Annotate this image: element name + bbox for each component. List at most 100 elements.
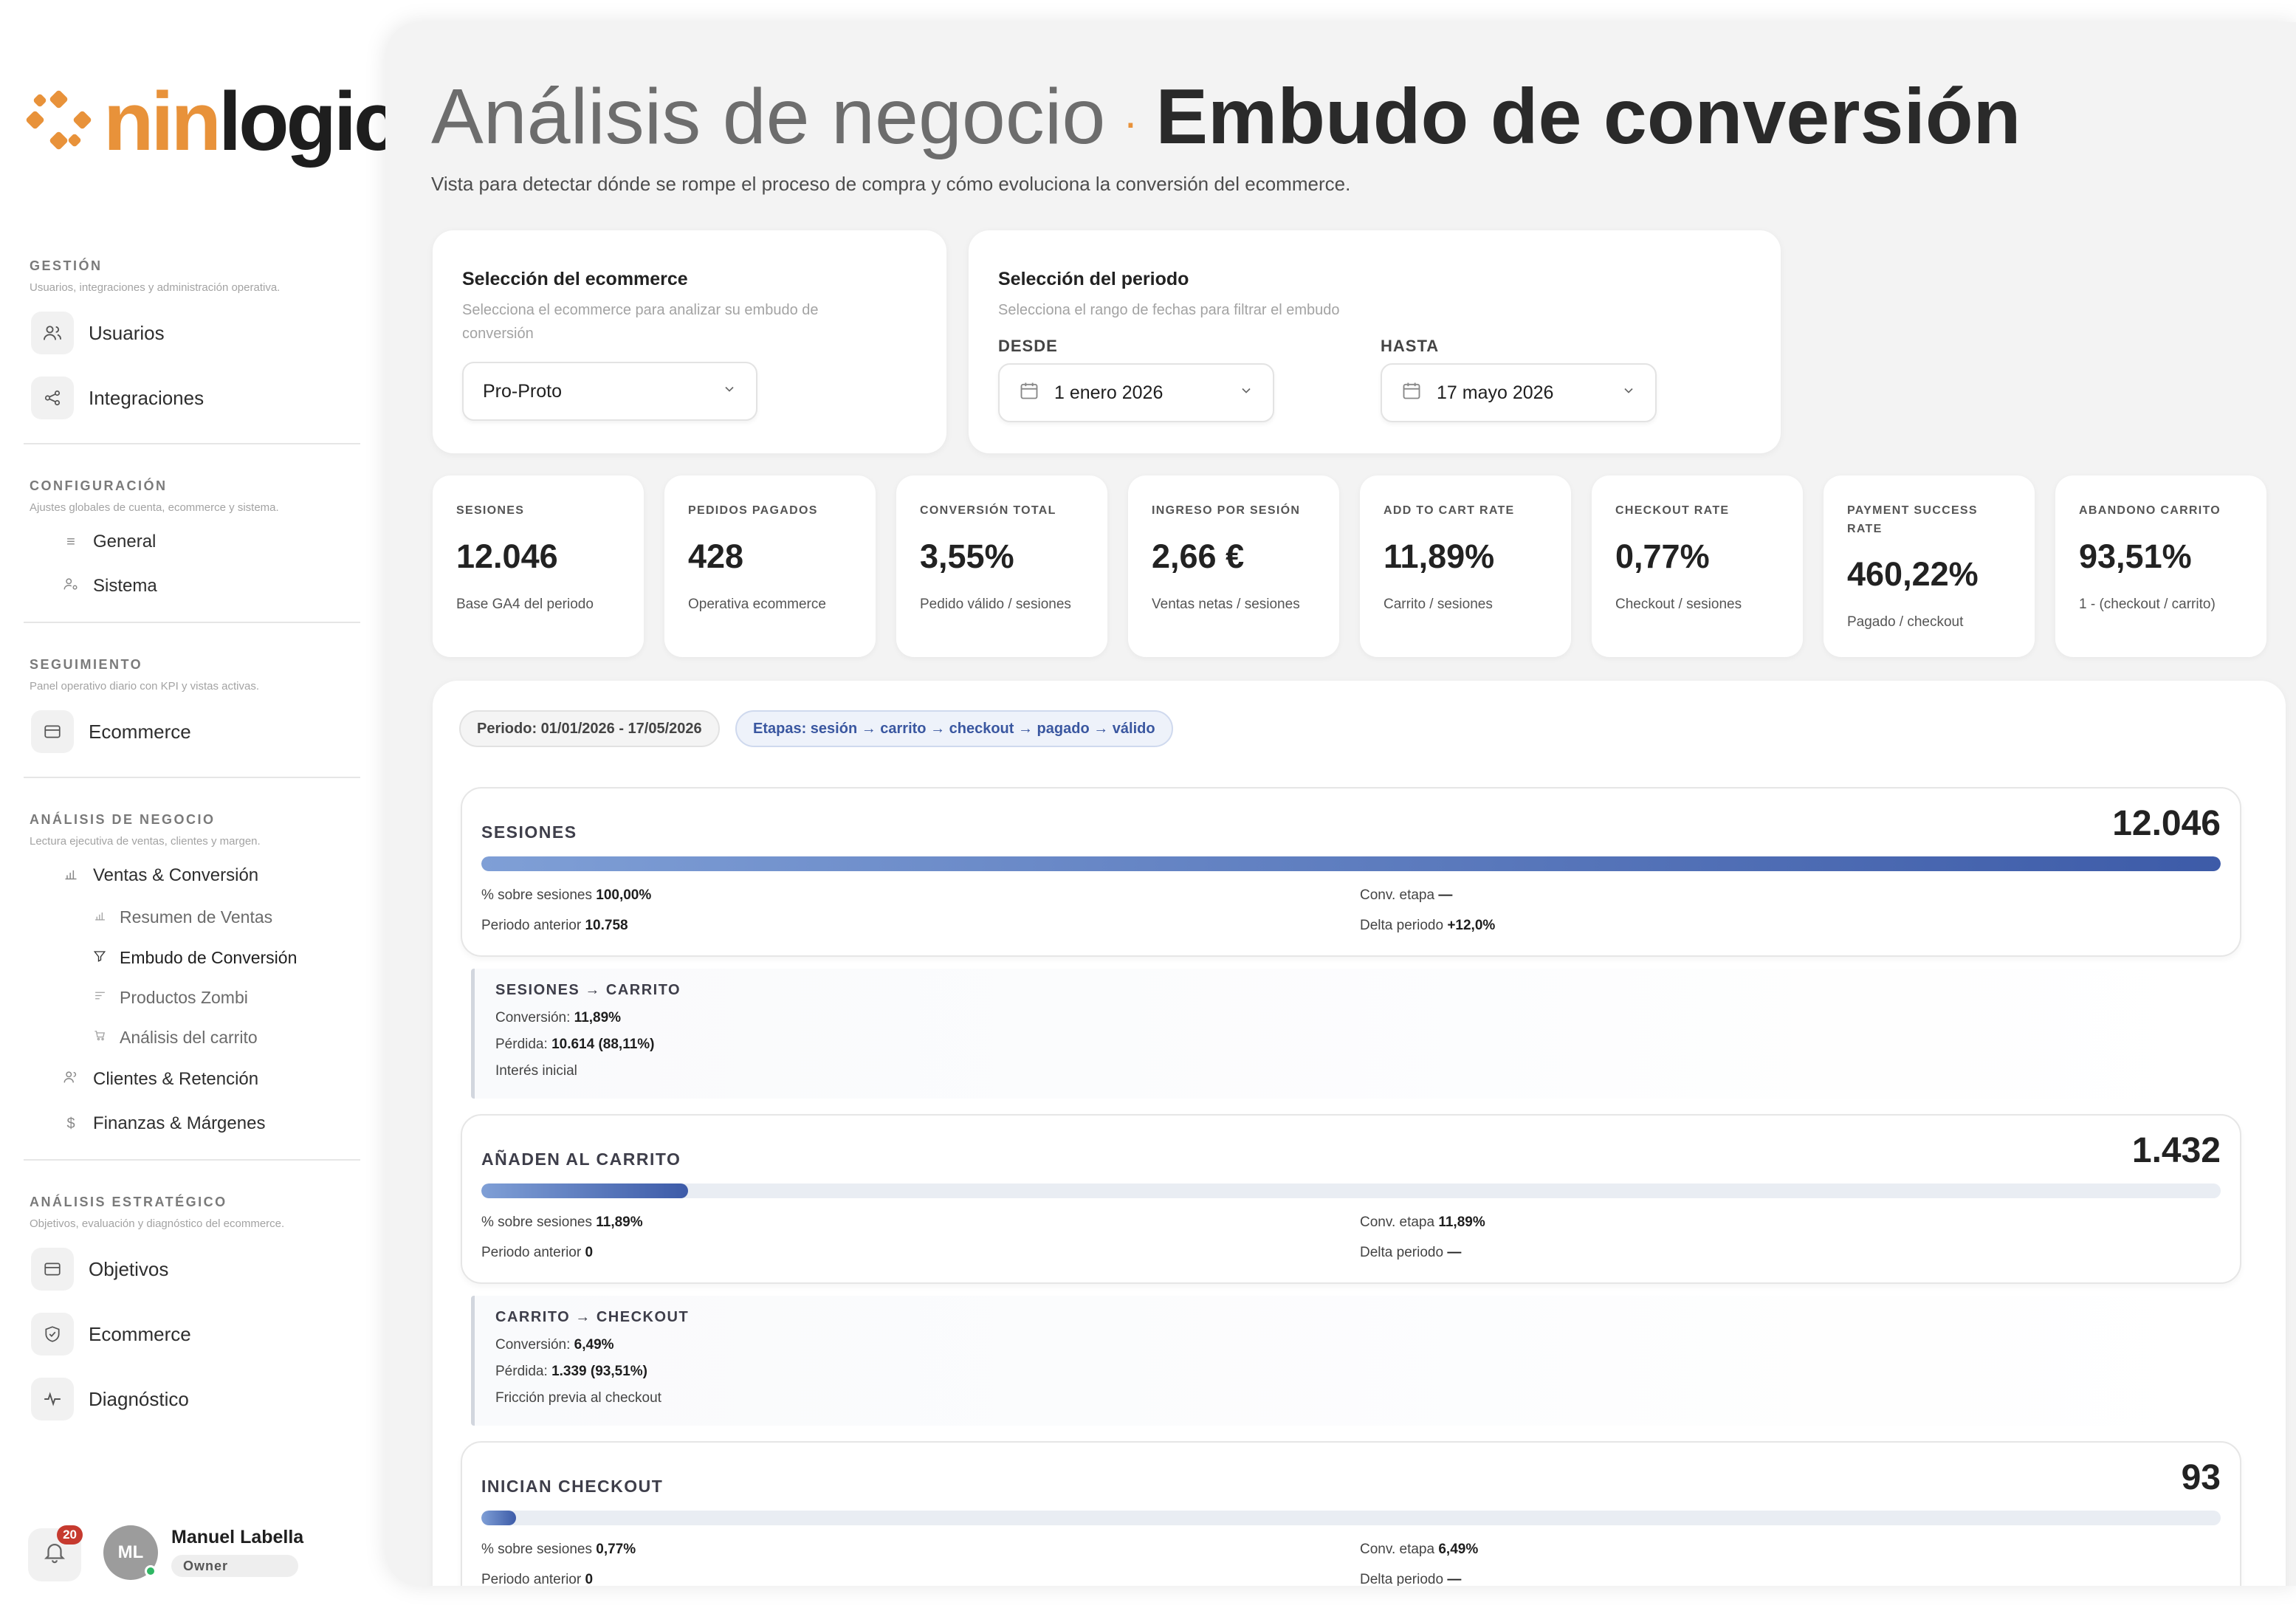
funnel-stage-checkout: INICIAN CHECKOUT 93 % sobre sesiones 0,7…	[461, 1441, 2241, 1586]
stages-chip: Etapas: sesión → carrito → checkout → pa…	[735, 710, 1173, 747]
funnel-transition-carrito-checkout: CARRITO → CHECKOUT Conversión: 6,49% Pér…	[471, 1296, 2234, 1426]
sidebar-item-usuarios[interactable]: Usuarios	[31, 310, 165, 356]
section-subtitle-analisis: Lectura ejecutiva de ventas, clientes y …	[30, 835, 261, 848]
cart-icon	[92, 1029, 108, 1045]
page-subtitle: Vista para detectar dónde se rompe el pr…	[431, 173, 1351, 195]
page-title-section: Análisis de negocio	[431, 73, 1106, 160]
transition-conversion: Conversión: 6,49%	[495, 1337, 614, 1353]
sidebar-item-ecommerce-estrategico[interactable]: Ecommerce	[31, 1311, 191, 1357]
kpi-subtitle: Carrito / sesiones	[1384, 597, 1493, 612]
ecommerce-select[interactable]: Pro-Proto	[462, 362, 757, 421]
sidebar-item-label: Finanzas & Márgenes	[93, 1113, 266, 1133]
kpi-subtitle: Pagado / checkout	[1847, 614, 1964, 630]
kpi-value: 11,89%	[1384, 537, 1495, 575]
kpi-label: ADD TO CART RATE	[1384, 504, 1515, 517]
sidebar-divider	[24, 443, 360, 444]
section-subtitle-seguimiento: Panel operativo diario con KPI y vistas …	[30, 680, 259, 693]
kpi-value: 93,51%	[2079, 537, 2192, 575]
logo-text: ninlogic	[103, 75, 399, 168]
sidebar-item-clientes-retencion[interactable]: Clientes & Retención	[62, 1065, 258, 1094]
stage-value: 93	[2181, 1458, 2221, 1497]
sidebar-item-label: Clientes & Retención	[93, 1069, 259, 1089]
sidebar-item-objetivos[interactable]: Objetivos	[31, 1246, 168, 1292]
sidebar-item-productos-zombi[interactable]: Productos Zombi	[92, 983, 248, 1012]
stage-conv: Conv. etapa —	[1360, 887, 1453, 903]
calendar-icon	[1019, 380, 1039, 406]
sidebar-item-ventas-conversion[interactable]: Ventas & Conversión	[62, 861, 258, 890]
section-title-analisis: ANÁLISIS DE NEGOCIO	[30, 812, 216, 827]
user-name: Manuel Labella	[171, 1527, 304, 1547]
sidebar-item-sistema[interactable]: Sistema	[62, 571, 157, 601]
sidebar-item-label: Integraciones	[89, 386, 204, 409]
kpi-value: 3,55%	[920, 537, 1014, 575]
transition-note: Fricción previa al checkout	[495, 1390, 661, 1406]
lines-icon: ≡	[66, 533, 75, 550]
logo-mark-icon	[22, 85, 96, 159]
sidebar-item-embudo-conversion[interactable]: Embudo de Conversión	[92, 943, 297, 972]
sidebar-item-label: General	[93, 532, 157, 552]
kpi-value: 12.046	[456, 537, 558, 575]
to-date-picker[interactable]: 17 mayo 2026	[1381, 363, 1657, 422]
stage-prev: Periodo anterior 10.758	[481, 918, 628, 933]
funnel-icon	[92, 949, 108, 966]
avatar[interactable]: ML	[103, 1525, 158, 1580]
kpi-label: CONVERSIÓN TOTAL	[920, 504, 1056, 517]
section-title-estrategico: ANÁLISIS ESTRATÉGICO	[30, 1195, 227, 1209]
kpi-subtitle: Ventas netas / sesiones	[1152, 597, 1300, 612]
stage-value: 1.432	[2131, 1131, 2221, 1170]
user-gear-icon	[62, 576, 80, 597]
share-nodes-icon	[31, 377, 74, 419]
logo[interactable]: ninlogic	[22, 74, 399, 170]
sidebar-item-general[interactable]: ≡ General	[62, 527, 156, 557]
kpi-card-abandono-carrito: ABANDONO CARRITO 93,51% 1 - (checkout / …	[2055, 475, 2266, 657]
kpi-subtitle: Checkout / sesiones	[1615, 597, 1742, 612]
sidebar-item-resumen-ventas[interactable]: Resumen de Ventas	[92, 902, 272, 932]
stage-pct: % sobre sesiones 0,77%	[481, 1542, 636, 1557]
stage-delta: Delta periodo —	[1360, 1572, 1462, 1586]
main-content: Análisis de negocio · Embudo de conversión…	[385, 22, 2296, 1586]
period-selection-card: Selección del periodo Selecciona el rang…	[969, 230, 1781, 453]
sidebar-divider	[24, 1159, 360, 1161]
stage-conv: Conv. etapa 11,89%	[1360, 1214, 1485, 1230]
kpi-label: CHECKOUT RATE	[1615, 504, 1730, 517]
section-subtitle-configuracion: Ajustes globales de cuenta, ecommerce y …	[30, 501, 279, 514]
kpi-value: 428	[688, 537, 744, 575]
card-icon	[31, 710, 74, 753]
kpi-card-payment-success-rate: PAYMENT SUCCESS RATE 460,22% Pagado / ch…	[1824, 475, 2035, 657]
sidebar-item-diagnostico[interactable]: Diagnóstico	[31, 1376, 189, 1422]
chevron-down-icon	[722, 382, 737, 401]
stage-pct: % sobre sesiones 11,89%	[481, 1214, 643, 1230]
transition-title: SESIONES → CARRITO	[495, 982, 681, 998]
kpi-subtitle: Pedido válido / sesiones	[920, 597, 1071, 612]
kpi-card-pedidos-pagados: PEDIDOS PAGADOS 428 Operativa ecommerce	[664, 475, 876, 657]
calendar-icon	[1401, 380, 1422, 406]
stage-conv: Conv. etapa 6,49%	[1360, 1542, 1479, 1557]
kpi-label: SESIONES	[456, 504, 525, 517]
sidebar: ninlogic GESTIÓN Usuarios, integraciones…	[0, 0, 399, 1608]
sidebar-item-finanzas-margenes[interactable]: $ Finanzas & Márgenes	[62, 1109, 265, 1138]
user-role-badge: Owner	[171, 1555, 298, 1577]
sidebar-item-label: Resumen de Ventas	[120, 907, 273, 927]
card-title: Selección del ecommerce	[462, 269, 688, 289]
notification-count-badge: 20	[57, 1525, 83, 1545]
sidebar-item-label: Productos Zombi	[120, 987, 248, 1007]
kpi-value: 460,22%	[1847, 555, 1979, 593]
from-label: DESDE	[998, 337, 1058, 355]
notifications-button[interactable]: 20	[28, 1525, 83, 1581]
stage-value: 12.046	[2112, 804, 2221, 843]
bar-chart-icon	[92, 909, 108, 925]
card-title: Selección del periodo	[998, 269, 1189, 289]
card-icon	[31, 1248, 74, 1291]
from-date-picker[interactable]: 1 enero 2026	[998, 363, 1274, 422]
funnel-transition-sesiones-carrito: SESIONES → CARRITO Conversión: 11,89% Pé…	[471, 969, 2234, 1099]
sidebar-item-ecommerce-seguimiento[interactable]: Ecommerce	[31, 709, 191, 755]
kpi-value: 0,77%	[1615, 537, 1710, 575]
sidebar-item-analisis-carrito[interactable]: Análisis del carrito	[92, 1023, 258, 1052]
dollar-icon: $	[66, 1115, 75, 1132]
sidebar-item-label: Análisis del carrito	[120, 1027, 258, 1047]
section-title-gestion: GESTIÓN	[30, 258, 103, 273]
chevron-down-icon	[1621, 383, 1636, 402]
sidebar-item-label: Usuarios	[89, 321, 165, 344]
sidebar-item-integraciones[interactable]: Integraciones	[31, 375, 204, 421]
funnel-panel: Periodo: 01/01/2026 - 17/05/2026 Etapas:…	[433, 681, 2286, 1586]
